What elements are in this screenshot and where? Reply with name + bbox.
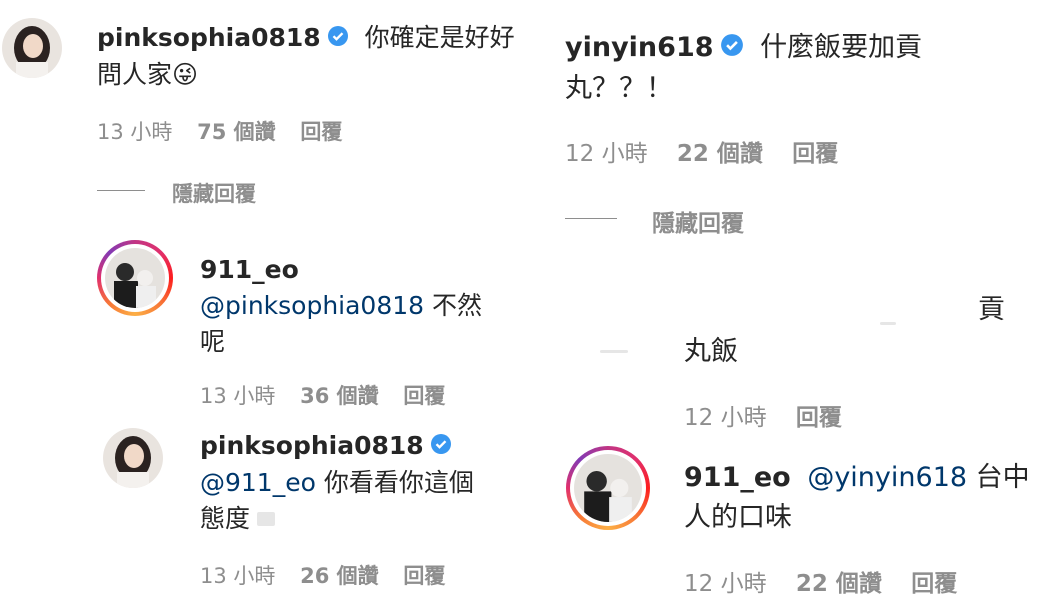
- comment-body-line2: 丸？？！: [565, 72, 673, 104]
- reply-body-line1: 你看看你這個: [315, 468, 474, 497]
- divider-line: [565, 218, 617, 219]
- reply-text: pinksophia0818 @911_eo 你看看你這個 態度: [200, 428, 520, 537]
- timestamp[interactable]: 13 小時: [200, 384, 275, 408]
- like-count[interactable]: 22 個讚: [796, 571, 882, 597]
- reply-body-line1: 台中: [967, 462, 1030, 493]
- avatar-pinksophia0818[interactable]: [103, 428, 163, 488]
- comment-body-line1: 你確定是好好: [364, 23, 515, 52]
- mention-link[interactable]: @pinksophia0818: [200, 291, 424, 320]
- username[interactable]: yinyin618: [565, 32, 714, 63]
- avatar-911_eo: [574, 454, 642, 522]
- reply-meta: 12 小時 回覆: [684, 398, 842, 432]
- timestamp[interactable]: 12 小時: [565, 141, 648, 167]
- username[interactable]: 911_eo: [200, 255, 299, 284]
- timestamp[interactable]: 12 小時: [684, 571, 767, 597]
- reply-body-line2: 人的口味: [684, 502, 792, 533]
- redaction-mark: [257, 512, 275, 526]
- divider-line: [97, 190, 145, 191]
- reply-text: 911_eo @yinyin618 台中 人的口味: [684, 458, 1044, 538]
- reply-body-line1: 不然: [424, 291, 483, 320]
- timestamp[interactable]: 13 小時: [200, 564, 275, 588]
- like-count[interactable]: 22 個讚: [677, 141, 763, 167]
- username[interactable]: 911_eo: [684, 462, 791, 493]
- username[interactable]: pinksophia0818: [97, 23, 321, 52]
- reply-body-line2: 態度: [200, 504, 251, 533]
- reply-button[interactable]: 回覆: [796, 405, 842, 431]
- reply-body-line2: 呢: [200, 327, 226, 356]
- avatar-pinksophia0818[interactable]: [2, 18, 62, 78]
- avatar-911_eo-story-ring[interactable]: [97, 240, 173, 316]
- hide-replies-button[interactable]: 隱藏回覆: [652, 204, 744, 238]
- verified-badge-icon: [327, 21, 349, 57]
- timestamp[interactable]: 12 小時: [684, 405, 767, 431]
- reply-body-line2: 丸飯: [684, 336, 738, 367]
- reply-text: 911_eo @pinksophia0818 不然 呢: [200, 252, 520, 360]
- reply-button[interactable]: 回覆: [792, 141, 838, 167]
- avatar-911_eo: [105, 248, 165, 308]
- like-count[interactable]: 75 個讚: [197, 120, 276, 144]
- reply-button[interactable]: 回覆: [911, 571, 957, 597]
- reply-body-line1: 貢: [978, 294, 1005, 325]
- like-count[interactable]: 26 個讚: [300, 564, 379, 588]
- redaction-mark: [600, 350, 628, 353]
- comment-body-line2: 問人家: [97, 60, 173, 89]
- reply-button[interactable]: 回覆: [300, 120, 342, 144]
- comment-meta: 12 小時 22 個讚 回覆: [565, 134, 838, 168]
- comment-meta: 13 小時 75 個讚 回覆: [97, 116, 342, 146]
- reply-button[interactable]: 回覆: [403, 384, 445, 408]
- reply-meta: 13 小時 36 個讚 回覆: [200, 380, 445, 410]
- verified-badge-icon: [430, 429, 452, 465]
- reply-meta: 12 小時 22 個讚 回覆: [684, 564, 957, 598]
- reply-meta: 13 小時 26 個讚 回覆: [200, 560, 445, 590]
- hide-replies-button[interactable]: 隱藏回覆: [172, 178, 256, 208]
- reply-button[interactable]: 回覆: [403, 564, 445, 588]
- redaction-mark: [880, 322, 896, 325]
- like-count[interactable]: 36 個讚: [300, 384, 379, 408]
- mention-link[interactable]: @911_eo: [200, 468, 316, 497]
- mention-link[interactable]: @yinyin618: [807, 462, 967, 493]
- timestamp[interactable]: 13 小時: [97, 120, 172, 144]
- comment-text: yinyin618 什麼飯要加貢 丸？？！: [565, 28, 985, 109]
- verified-badge-icon: [720, 29, 744, 69]
- comment-text: pinksophia0818 你確定是好好 問人家😜: [97, 20, 537, 93]
- grinning-emoji-icon: 😜: [172, 60, 199, 89]
- avatar-911_eo-story-ring[interactable]: [566, 446, 650, 530]
- username[interactable]: pinksophia0818: [200, 431, 424, 460]
- comment-body-line1: 什麼飯要加貢: [760, 32, 923, 63]
